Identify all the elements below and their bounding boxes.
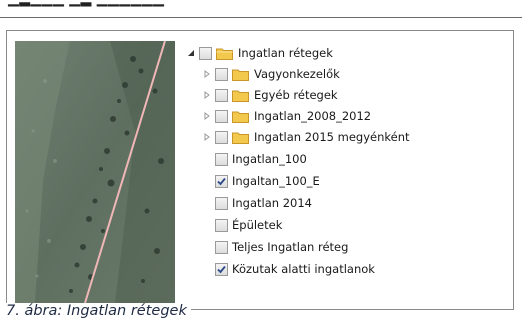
tree-folder-row[interactable]: Vagyonkezelők: [201, 64, 340, 84]
layer-tree: Ingatlan rétegek Vagyonkezelők Egyéb rét…: [179, 41, 509, 303]
collapsed-arrow-icon[interactable]: [201, 68, 213, 80]
folder-icon: [232, 90, 249, 102]
layer-label: Ingatlan 2014: [232, 196, 312, 210]
folder-label: Ingatlan 2015 megyénként: [254, 130, 410, 144]
layer-checkbox[interactable]: [215, 262, 228, 276]
tree-root-row[interactable]: Ingatlan rétegek: [185, 43, 333, 63]
folder-icon: [232, 132, 249, 144]
root-label: Ingatlan rétegek: [238, 46, 333, 60]
folder-label: Vagyonkezelők: [254, 67, 340, 81]
layer-label: Ingatlan_100: [232, 152, 307, 166]
collapsed-arrow-icon[interactable]: [201, 131, 213, 143]
layer-label: Ingaltan_100_E: [232, 174, 320, 188]
tree-folder-row[interactable]: Egyéb rétegek: [201, 85, 338, 105]
collapsed-arrow-icon[interactable]: [201, 89, 213, 101]
root-checkbox[interactable]: [199, 46, 212, 60]
layer-label: Közutak alatti ingatlanok: [232, 262, 375, 276]
tree-layer-row[interactable]: Közutak alatti ingatlanok: [215, 259, 375, 279]
layer-checkbox[interactable]: [215, 218, 228, 232]
folder-checkbox[interactable]: [215, 88, 228, 102]
tree-layer-row[interactable]: Ingatlan 2014: [215, 193, 312, 213]
folder-checkbox[interactable]: [215, 67, 228, 81]
figure-frame: ▁▂▁▁▁ ▁▂ ▁▁▁▁▁▁: [0, 0, 522, 325]
layer-label: Teljes Ingatlan réteg: [232, 240, 349, 254]
figure-caption: 7. ábra: Ingatlan rétegek: [6, 303, 191, 319]
folder-checkbox[interactable]: [215, 109, 228, 123]
collapsed-arrow-icon[interactable]: [201, 110, 213, 122]
folder-icon: [232, 69, 249, 81]
layer-checkbox[interactable]: [215, 240, 228, 254]
folder-label: Ingatlan_2008_2012: [254, 109, 372, 123]
checkmark-icon: [217, 265, 226, 273]
folder-icon: [216, 48, 233, 60]
folder-icon: [232, 111, 249, 123]
cropped-header-strip: ▁▂▁▁▁ ▁▂ ▁▁▁▁▁▁: [0, 0, 522, 18]
tree-layer-row[interactable]: Teljes Ingatlan réteg: [215, 237, 348, 257]
folder-label: Egyéb rétegek: [254, 88, 338, 102]
tree-layer-row[interactable]: Épületek: [215, 215, 282, 235]
satellite-image: [15, 41, 175, 303]
tree-folder-row[interactable]: Ingatlan_2008_2012: [201, 106, 371, 126]
tree-folder-row[interactable]: Ingatlan 2015 megyénként: [201, 127, 410, 147]
tree-layer-row[interactable]: Ingatlan_100: [215, 149, 307, 169]
expanded-arrow-icon[interactable]: [185, 47, 197, 59]
layer-panel-screenshot: Ingatlan rétegek Vagyonkezelők Egyéb rét…: [6, 30, 514, 310]
layer-checkbox[interactable]: [215, 152, 228, 166]
folder-checkbox[interactable]: [215, 130, 228, 144]
layer-label: Épületek: [232, 218, 283, 232]
layer-checkbox[interactable]: [215, 174, 228, 188]
layer-checkbox[interactable]: [215, 196, 228, 210]
checkmark-icon: [217, 177, 226, 185]
cropped-header-text: ▁▂▁▁▁ ▁▂ ▁▁▁▁▁▁: [8, 0, 164, 7]
tree-layer-row[interactable]: Ingaltan_100_E: [215, 171, 320, 191]
satellite-map[interactable]: [15, 41, 175, 303]
